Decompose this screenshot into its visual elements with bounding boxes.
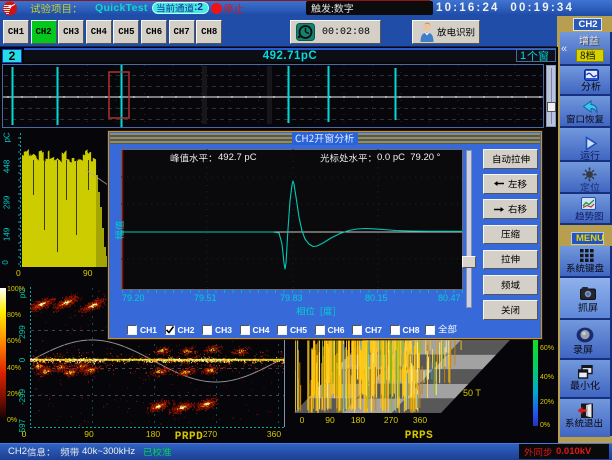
svg-text:360: 360 — [267, 429, 281, 439]
svg-text:360: 360 — [413, 415, 427, 425]
svg-text:180: 180 — [146, 429, 160, 439]
svg-text:50 T: 50 T — [463, 388, 481, 398]
svg-text:0%: 0% — [540, 422, 550, 429]
svg-text:40%: 40% — [7, 365, 21, 372]
svg-text:PRPD: PRPD — [175, 431, 203, 443]
svg-text:60%: 60% — [540, 345, 554, 352]
svg-text:180: 180 — [351, 415, 365, 425]
svg-text:0: 0 — [300, 415, 305, 425]
svg-text:90: 90 — [325, 415, 335, 425]
svg-text:0: 0 — [22, 429, 27, 439]
svg-text:0%: 0% — [7, 417, 17, 424]
svg-text:80%: 80% — [7, 312, 21, 319]
svg-text:-299: -299 — [18, 388, 27, 405]
svg-text:270: 270 — [384, 415, 398, 425]
svg-text:270: 270 — [203, 429, 217, 439]
svg-text:299: 299 — [18, 325, 27, 339]
svg-text:PRPS: PRPS — [405, 430, 433, 442]
svg-text:90: 90 — [84, 429, 94, 439]
svg-text:pC: pC — [18, 288, 27, 298]
svg-text:0: 0 — [18, 357, 27, 362]
svg-text:20%: 20% — [540, 399, 554, 406]
svg-text:40%: 40% — [540, 374, 554, 381]
